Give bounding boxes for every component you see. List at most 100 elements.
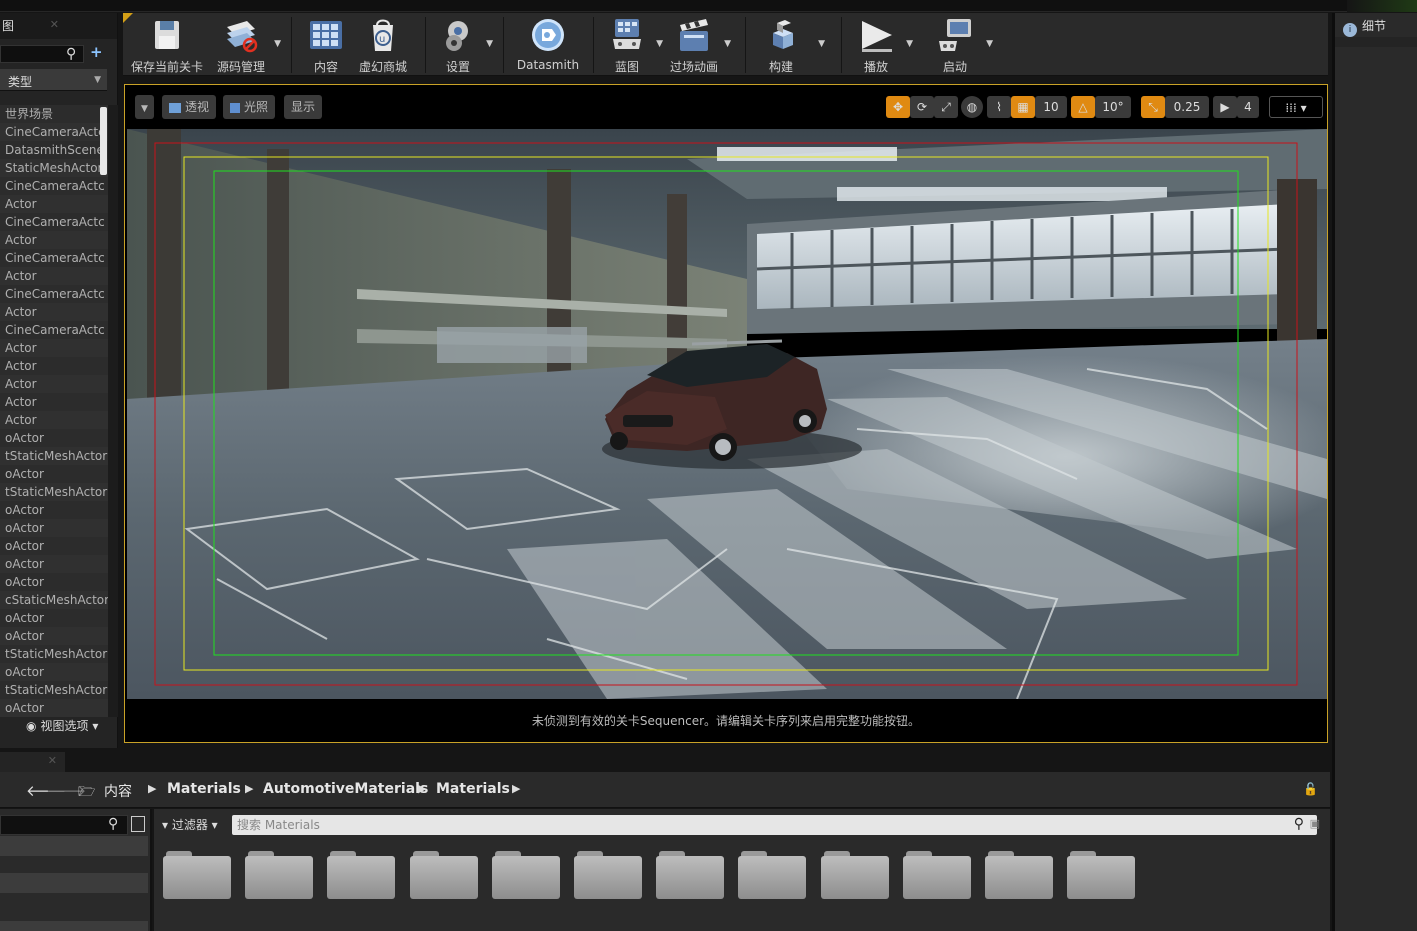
folder-icon[interactable]	[1067, 851, 1135, 899]
folder-icon[interactable]	[410, 851, 478, 899]
source-control-button[interactable]: 源码管理 ▼	[211, 17, 281, 75]
outliner-row[interactable]: Actor	[0, 339, 108, 357]
sources-row[interactable]	[0, 873, 148, 893]
asset-search-input[interactable]: 搜索 Materials	[232, 815, 1317, 835]
outliner-row[interactable]: oActor	[0, 627, 108, 645]
rotation-snap-value[interactable]: 10°	[1095, 96, 1131, 118]
outliner-row[interactable]: oActor	[0, 501, 108, 519]
datasmith-button[interactable]: Datasmith	[515, 17, 581, 75]
chevron-down-icon[interactable]: ▼	[724, 39, 731, 49]
chevron-down-icon[interactable]: ▼	[986, 39, 993, 49]
outliner-row[interactable]: CineCameraActc	[0, 321, 108, 339]
breadcrumb-materials[interactable]: Materials	[167, 781, 241, 797]
outliner-row[interactable]: Actor	[0, 393, 108, 411]
folder-icon[interactable]	[656, 851, 724, 899]
close-icon[interactable]: ✕	[48, 754, 57, 767]
show-flags-button[interactable]: 显示	[284, 95, 323, 119]
level-viewport[interactable]: ▼ 透视 光照 显示 ✥ ⟳ ⤢ ◍ ⌇ ▦ 10 △ 10° ⤡ 0.25 ▶…	[124, 84, 1328, 743]
rotate-tool-icon[interactable]: ⟳	[910, 96, 934, 118]
outliner-row[interactable]: tStaticMeshActor	[0, 447, 108, 465]
folder-icon[interactable]	[492, 851, 560, 899]
breadcrumb-materials-sub[interactable]: Materials	[436, 781, 510, 797]
sources-row[interactable]	[0, 836, 148, 856]
play-button[interactable]: 播放 ▼	[853, 17, 913, 75]
outliner-row[interactable]: CineCameraActc	[0, 213, 108, 231]
close-icon[interactable]: ✕	[50, 18, 59, 31]
translate-tool-icon[interactable]: ✥	[886, 96, 910, 118]
grid-snap-icon[interactable]: ▦	[1011, 96, 1035, 118]
scale-snap-icon[interactable]: ⤡	[1141, 96, 1165, 118]
outliner-row[interactable]: oActor	[0, 465, 108, 483]
chevron-down-icon[interactable]: ▼	[274, 39, 281, 49]
outliner-row[interactable]: oActor	[0, 699, 108, 717]
outliner-row[interactable]: CineCameraActc	[0, 285, 108, 303]
viewport-layout-button[interactable]: ⁞⁞⁞ ▾	[1269, 96, 1323, 118]
lighting-mode-button[interactable]: 光照	[223, 95, 276, 119]
settings-button[interactable]: 设置 ▼	[437, 17, 493, 75]
camera-speed-value[interactable]: 4	[1237, 96, 1259, 118]
outliner-row[interactable]: oActor	[0, 519, 108, 537]
outliner-scrollbar-thumb[interactable]	[100, 107, 107, 175]
launch-button[interactable]: 启动 ▼	[931, 17, 993, 75]
blueprints-button[interactable]: 蓝图 ▼	[605, 17, 663, 75]
outliner-row[interactable]: StaticMeshActor	[0, 159, 108, 177]
build-button[interactable]: 构建 ▼	[759, 17, 825, 75]
breadcrumb-arrow-icon[interactable]: ▶	[512, 782, 520, 795]
scale-snap-value[interactable]: 0.25	[1165, 96, 1209, 118]
sources-row[interactable]	[0, 921, 148, 931]
breadcrumb-arrow-icon[interactable]: ▶	[418, 782, 426, 795]
outliner-row[interactable]: tStaticMeshActor	[0, 681, 108, 699]
content-button[interactable]: 内容	[303, 17, 349, 75]
outliner-column-type[interactable]: 类型 ▼	[0, 69, 107, 91]
folder-icon[interactable]	[985, 851, 1053, 899]
folder-icon[interactable]	[245, 851, 313, 899]
filters-button[interactable]: ▾ 过滤器 ▾	[162, 816, 218, 833]
breadcrumb-arrow-icon[interactable]: ▶	[245, 782, 253, 795]
outliner-row[interactable]: tStaticMeshActor	[0, 483, 108, 501]
world-local-icon[interactable]: ◍	[961, 96, 983, 118]
cinematics-button[interactable]: 过场动画 ▼	[669, 17, 731, 75]
list-view-icon[interactable]	[131, 816, 145, 832]
outliner-row[interactable]: Actor	[0, 231, 108, 249]
chevron-down-icon[interactable]: ▼	[486, 39, 493, 49]
outliner-row[interactable]: oActor	[0, 537, 108, 555]
content-browser-tab[interactable]: ✕	[0, 752, 65, 772]
chevron-down-icon[interactable]: ▼	[906, 39, 913, 49]
outliner-row[interactable]: oActor	[0, 663, 108, 681]
outliner-row[interactable]: oActor	[0, 573, 108, 591]
save-search-icon[interactable]: ▣	[1310, 817, 1320, 830]
folder-icon[interactable]	[327, 851, 395, 899]
chevron-down-icon[interactable]: ▼	[818, 39, 825, 49]
outliner-row[interactable]: Actor	[0, 411, 108, 429]
outliner-row[interactable]: 世界场景	[0, 105, 108, 123]
camera-speed-icon[interactable]: ▶	[1213, 96, 1237, 118]
lock-icon[interactable]: 🔓	[1303, 782, 1318, 796]
folder-open-icon[interactable]: 🗁	[78, 781, 95, 805]
breadcrumb-automotive-materials[interactable]: AutomotiveMaterials	[263, 781, 428, 797]
outliner-tab[interactable]: 图 ✕	[0, 13, 117, 39]
folder-icon[interactable]	[574, 851, 642, 899]
folder-icon[interactable]	[903, 851, 971, 899]
rotation-snap-icon[interactable]: △	[1071, 96, 1095, 118]
outliner-row[interactable]: DatasmithScene	[0, 141, 108, 159]
outliner-row[interactable]: CineCameraActc	[0, 249, 108, 267]
outliner-row[interactable]: CineCameraActc	[0, 177, 108, 195]
folder-icon[interactable]	[821, 851, 889, 899]
outliner-row[interactable]: Actor	[0, 195, 108, 213]
add-filter-icon[interactable]: +	[90, 43, 108, 63]
outliner-row[interactable]: Actor	[0, 303, 108, 321]
viewport-scene[interactable]	[127, 129, 1327, 699]
folder-icon[interactable]	[738, 851, 806, 899]
viewport-options-button[interactable]: ▼	[135, 95, 154, 119]
chevron-down-icon[interactable]: ▼	[656, 39, 663, 49]
breadcrumb-content[interactable]: 内容	[104, 781, 132, 801]
outliner-row[interactable]: cStaticMeshActor	[0, 591, 108, 609]
outliner-row[interactable]: oActor	[0, 429, 108, 447]
outliner-row[interactable]: CineCameraActc	[0, 123, 108, 141]
outliner-row[interactable]: tStaticMeshActor	[0, 645, 108, 663]
outliner-row[interactable]: Actor	[0, 267, 108, 285]
surface-snap-icon[interactable]: ⌇	[987, 96, 1011, 118]
details-tab[interactable]: i 细节	[1343, 15, 1386, 37]
outliner-scrollbar-track[interactable]	[108, 105, 118, 717]
outliner-row[interactable]: oActor	[0, 555, 108, 573]
